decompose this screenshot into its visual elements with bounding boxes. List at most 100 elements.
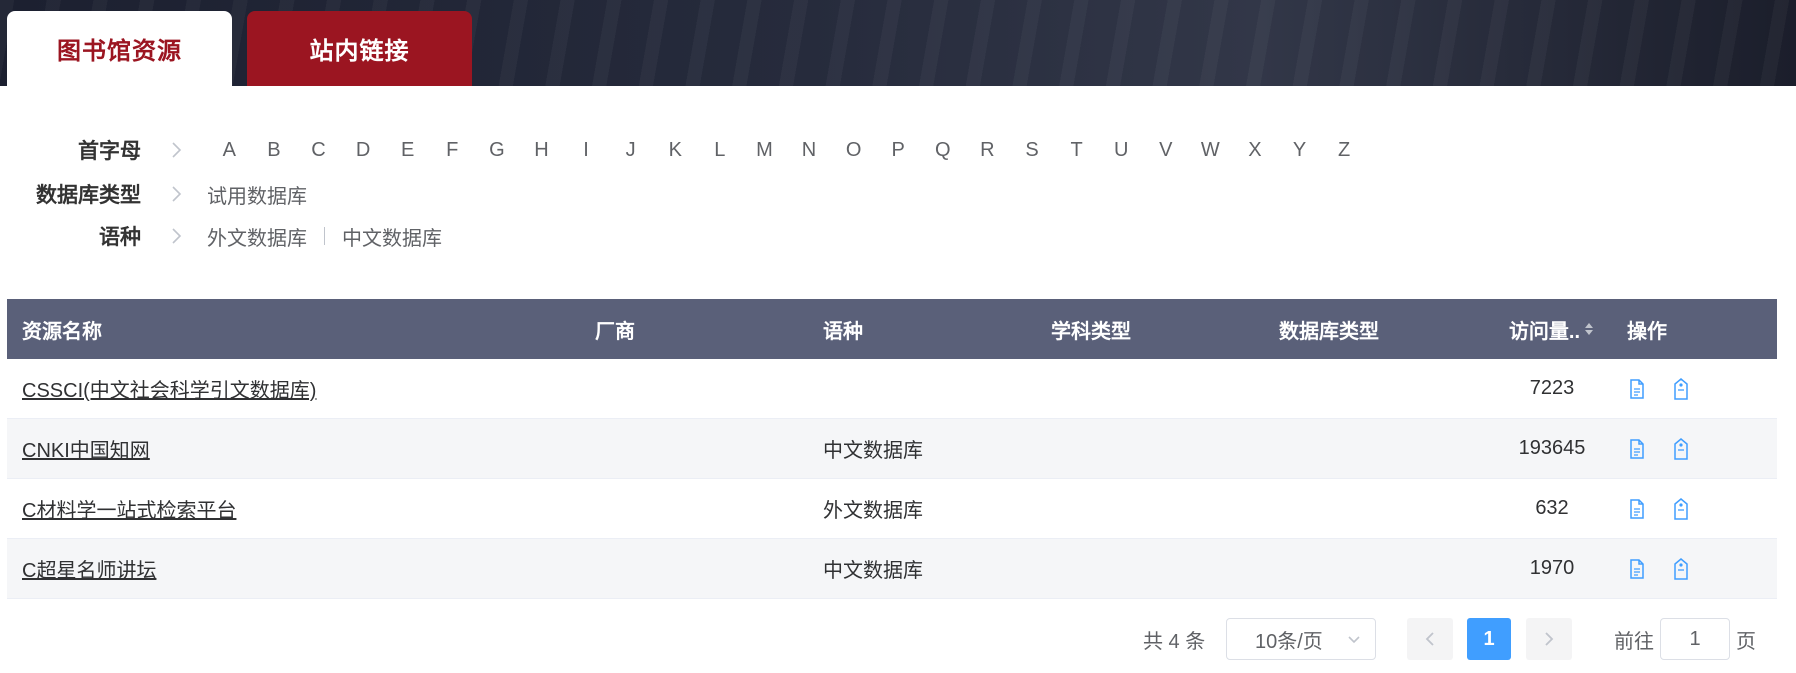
letter-p[interactable]: P bbox=[876, 139, 921, 162]
cell-language: 中文数据库 bbox=[823, 440, 923, 462]
header-subject: 学科类型 bbox=[1051, 320, 1131, 343]
header-resource-name: 资源名称 bbox=[22, 320, 102, 343]
chevron-right-icon bbox=[1545, 632, 1554, 646]
letter-c[interactable]: C bbox=[296, 139, 341, 162]
letter-f[interactable]: F bbox=[430, 139, 475, 162]
goto-page-input[interactable]: 1 bbox=[1660, 618, 1730, 660]
filter-panel: 首字母 ABCDEFGHIJKLMNOPQRSTUVWXYZ 数据库类型 试用数… bbox=[7, 108, 1777, 286]
chevron-right-icon bbox=[167, 184, 187, 204]
letter-o[interactable]: O bbox=[831, 139, 876, 162]
tag-icon[interactable] bbox=[1671, 497, 1691, 520]
prev-page-button[interactable] bbox=[1407, 618, 1453, 660]
tag-icon[interactable] bbox=[1671, 557, 1691, 580]
sort-caret-icon[interactable] bbox=[1583, 321, 1595, 337]
table-row: CNKI中国知网 中文数据库 193645 bbox=[7, 419, 1777, 479]
page-size-select[interactable]: 10条/页 bbox=[1226, 618, 1376, 660]
table-body: CSSCI(中文社会科学引文数据库) 7223 CNKI中国知网 中文数据库 19364… bbox=[7, 359, 1777, 599]
filter-row-language: 语种 外文数据库 中文数据库 bbox=[7, 221, 442, 251]
letter-s[interactable]: S bbox=[1010, 139, 1055, 162]
resource-link[interactable]: CSSCI(中文社会科学引文数据库) bbox=[22, 374, 316, 403]
letter-d[interactable]: D bbox=[341, 139, 386, 162]
cell-language bbox=[808, 359, 1036, 418]
letter-i[interactable]: I bbox=[564, 139, 609, 162]
resource-table: 资源名称 厂商 语种 学科类型 数据库类型 访问量.. 操作 CSSCI(中文社… bbox=[7, 299, 1777, 599]
letter-a[interactable]: A bbox=[207, 139, 252, 162]
cell-vendor bbox=[580, 479, 808, 538]
option-chinese-database[interactable]: 中文数据库 bbox=[342, 222, 442, 251]
tag-icon[interactable] bbox=[1671, 377, 1691, 400]
letter-j[interactable]: J bbox=[608, 139, 653, 162]
option-foreign-database[interactable]: 外文数据库 bbox=[207, 222, 307, 251]
resource-link[interactable]: C材料学一站式检索平台 bbox=[22, 494, 236, 523]
filter-label-db-type: 数据库类型 bbox=[36, 184, 141, 207]
header-vendor: 厂商 bbox=[595, 320, 635, 343]
table-row: CSSCI(中文社会科学引文数据库) 7223 bbox=[7, 359, 1777, 419]
cell-db-type bbox=[1264, 359, 1492, 418]
pagination-total: 共 4 条 bbox=[1143, 630, 1206, 653]
cell-subject bbox=[1036, 419, 1264, 478]
cell-visits: 7223 bbox=[1529, 377, 1575, 399]
letter-y[interactable]: Y bbox=[1277, 139, 1322, 162]
cell-actions bbox=[1612, 419, 1777, 478]
table-header: 资源名称 厂商 语种 学科类型 数据库类型 访问量.. 操作 bbox=[7, 299, 1777, 359]
letter-e[interactable]: E bbox=[385, 139, 430, 162]
cell-vendor bbox=[580, 419, 808, 478]
document-icon[interactable] bbox=[1627, 498, 1647, 520]
letter-h[interactable]: H bbox=[519, 139, 564, 162]
cell-resource-name: C超星名师讲坛 bbox=[7, 539, 580, 598]
cell-language: 中文数据库 bbox=[823, 560, 923, 582]
tab-site-links[interactable]: 站内链接 bbox=[247, 11, 472, 86]
letter-k[interactable]: K bbox=[653, 139, 698, 162]
resource-link[interactable]: CNKI中国知网 bbox=[22, 434, 150, 463]
option-trial-database[interactable]: 试用数据库 bbox=[207, 180, 307, 209]
cell-language: 外文数据库 bbox=[823, 500, 923, 522]
cell-visits: 193645 bbox=[1518, 437, 1586, 459]
cell-vendor bbox=[580, 539, 808, 598]
page-size-value: 10条/页 bbox=[1255, 630, 1323, 653]
cell-db-type bbox=[1264, 479, 1492, 538]
option-divider bbox=[324, 227, 325, 245]
chevron-down-icon bbox=[1347, 631, 1361, 654]
letter-z[interactable]: Z bbox=[1322, 139, 1367, 162]
header-visits-label: 访问量.. bbox=[1508, 320, 1581, 343]
header-actions: 操作 bbox=[1627, 320, 1667, 343]
cell-vendor bbox=[580, 359, 808, 418]
tag-icon[interactable] bbox=[1671, 437, 1691, 460]
letter-list: ABCDEFGHIJKLMNOPQRSTUVWXYZ bbox=[207, 139, 1366, 162]
letter-q[interactable]: Q bbox=[921, 139, 966, 162]
document-icon[interactable] bbox=[1627, 438, 1647, 460]
header-language: 语种 bbox=[823, 320, 863, 343]
filter-label-initial: 首字母 bbox=[78, 140, 141, 163]
letter-r[interactable]: R bbox=[965, 139, 1010, 162]
tab-library-resources[interactable]: 图书馆资源 bbox=[7, 11, 232, 86]
letter-v[interactable]: V bbox=[1143, 139, 1188, 162]
cell-actions bbox=[1612, 359, 1777, 418]
cell-subject bbox=[1036, 539, 1264, 598]
letter-w[interactable]: W bbox=[1188, 139, 1233, 162]
header-visits[interactable]: 访问量.. bbox=[1492, 299, 1612, 359]
chevron-right-icon bbox=[167, 226, 187, 246]
letter-t[interactable]: T bbox=[1054, 139, 1099, 162]
table-row: C材料学一站式检索平台 外文数据库 632 bbox=[7, 479, 1777, 539]
table-row: C超星名师讲坛 中文数据库 1970 bbox=[7, 539, 1777, 599]
next-page-button[interactable] bbox=[1526, 618, 1572, 660]
cell-visits: 632 bbox=[1535, 497, 1569, 519]
cell-actions bbox=[1612, 539, 1777, 598]
letter-m[interactable]: M bbox=[742, 139, 787, 162]
cell-db-type bbox=[1264, 539, 1492, 598]
letter-l[interactable]: L bbox=[698, 139, 743, 162]
page-number-current[interactable]: 1 bbox=[1467, 618, 1511, 660]
letter-u[interactable]: U bbox=[1099, 139, 1144, 162]
letter-b[interactable]: B bbox=[252, 139, 297, 162]
chevron-right-icon bbox=[167, 140, 187, 160]
letter-n[interactable]: N bbox=[787, 139, 832, 162]
cell-resource-name: C材料学一站式检索平台 bbox=[7, 479, 580, 538]
resource-link[interactable]: C超星名师讲坛 bbox=[22, 554, 156, 583]
filter-row-initial: 首字母 ABCDEFGHIJKLMNOPQRSTUVWXYZ bbox=[7, 135, 1366, 165]
document-icon[interactable] bbox=[1627, 378, 1647, 400]
document-icon[interactable] bbox=[1627, 558, 1647, 580]
goto-suffix: 页 bbox=[1736, 630, 1756, 653]
chevron-left-icon bbox=[1425, 632, 1434, 646]
letter-x[interactable]: X bbox=[1233, 139, 1278, 162]
letter-g[interactable]: G bbox=[475, 139, 520, 162]
